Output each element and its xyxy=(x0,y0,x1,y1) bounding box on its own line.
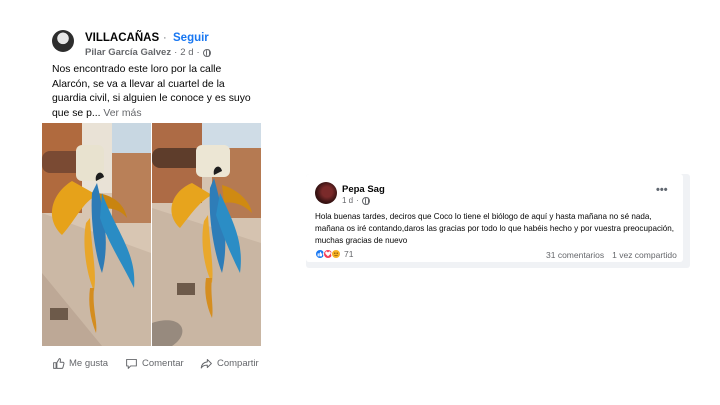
comment-button[interactable]: Comentar xyxy=(125,357,184,370)
comment-label: Comentar xyxy=(142,358,184,369)
comment-icon xyxy=(126,358,137,369)
group-avatar[interactable] xyxy=(52,30,74,52)
like-button[interactable]: Me gusta xyxy=(52,357,108,370)
globe-icon xyxy=(202,48,211,57)
post-time[interactable]: 1 d xyxy=(342,196,353,205)
globe-icon xyxy=(361,196,370,205)
reactions-count: 71 xyxy=(344,249,354,259)
share-label: Compartir xyxy=(217,358,259,369)
post-header: VILLACAÑAS · Seguir Pilar García Galvez … xyxy=(52,30,257,60)
reactions-summary[interactable]: 71 xyxy=(315,249,353,259)
group-name[interactable]: VILLACAÑAS xyxy=(85,32,159,44)
share-icon xyxy=(200,358,212,369)
share-button[interactable]: Compartir xyxy=(200,357,259,370)
meta-separator: · xyxy=(356,196,359,205)
more-options-button[interactable]: ••• xyxy=(656,184,668,196)
comments-count-link[interactable]: 31 comentarios xyxy=(546,250,604,260)
see-more-link[interactable]: Ver más xyxy=(103,108,141,119)
author-name[interactable]: Pilar García Galvez xyxy=(85,47,171,58)
avatar[interactable] xyxy=(315,182,337,204)
post-text: Hola buenas tardes, deciros que Coco lo … xyxy=(315,212,675,245)
post-stats: 31 comentarios 1 vez compartido xyxy=(546,250,677,260)
author-name[interactable]: Pepa Sag xyxy=(342,184,385,195)
follow-up-post-card: Pepa Sag 1 d · ••• Hola buenas tardes, d… xyxy=(306,174,690,268)
separator-dot: · xyxy=(163,32,167,44)
post-meta: Pilar García Galvez · 2 d · xyxy=(85,47,211,58)
parrot-photo-2[interactable] xyxy=(152,123,261,346)
post-meta: 1 d · xyxy=(342,196,370,205)
post-text: Nos encontrado este loro por la calle Al… xyxy=(52,63,254,121)
post-body: Nos encontrado este loro por la calle Al… xyxy=(52,64,251,119)
like-label: Me gusta xyxy=(69,358,109,369)
post-photos xyxy=(42,123,262,346)
parrot-photo-1[interactable] xyxy=(42,123,151,346)
post-actions: Me gusta Comentar Compartir xyxy=(42,354,262,376)
meta-separator: · xyxy=(174,47,178,58)
meta-separator: · xyxy=(196,47,200,58)
shares-count-link[interactable]: 1 vez compartido xyxy=(612,250,677,260)
follow-up-post-body: Pepa Sag 1 d · ••• Hola buenas tardes, d… xyxy=(306,174,683,262)
post-time[interactable]: 2 d xyxy=(180,47,193,58)
thumb-up-icon xyxy=(53,358,65,369)
follow-button[interactable]: Seguir xyxy=(173,32,209,44)
group-post-card: VILLACAÑAS · Seguir Pilar García Galvez … xyxy=(42,20,262,385)
care-reaction-icon xyxy=(331,249,341,259)
